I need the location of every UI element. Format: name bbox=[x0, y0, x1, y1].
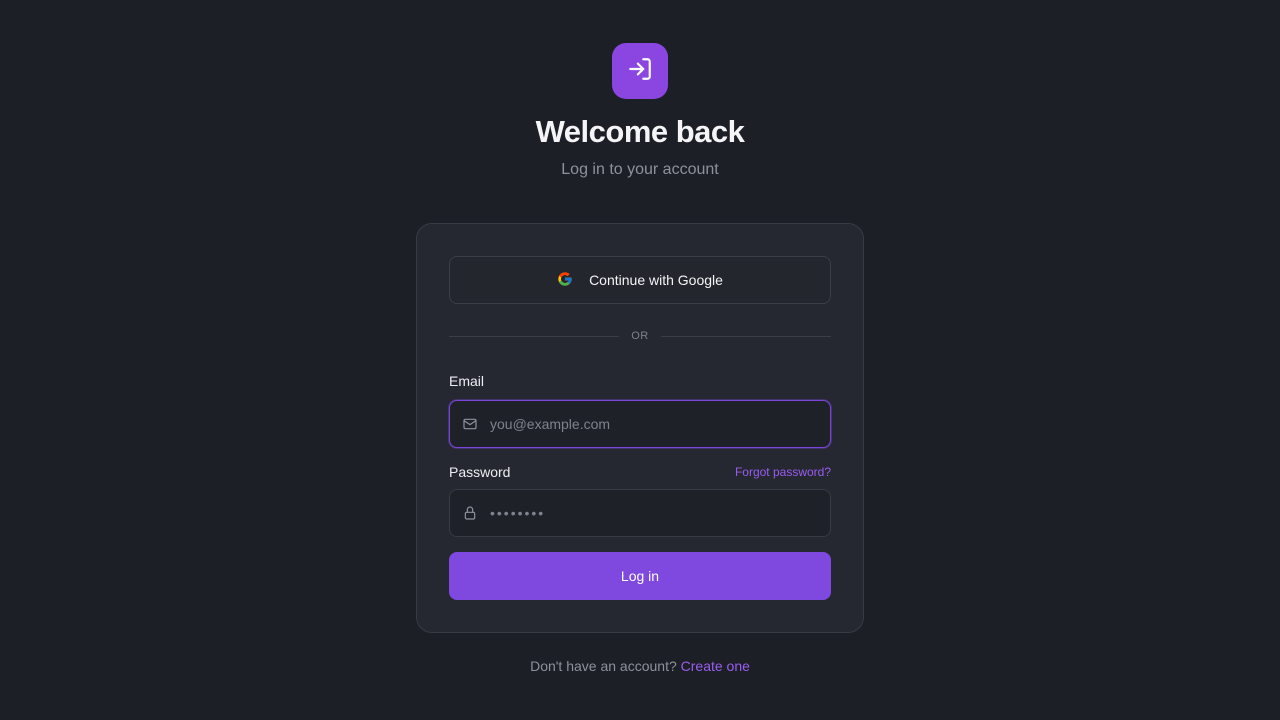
signup-prompt: Don't have an account? Create one bbox=[0, 658, 1280, 674]
login-card: Continue with Google OR Email Password F… bbox=[416, 223, 864, 633]
lock-icon bbox=[450, 505, 490, 521]
password-label: Password bbox=[449, 464, 511, 480]
create-account-link[interactable]: Create one bbox=[681, 658, 750, 674]
login-page: Welcome back Log in to your account Cont… bbox=[0, 0, 1280, 720]
mail-icon bbox=[450, 416, 490, 432]
google-button-label: Continue with Google bbox=[589, 272, 723, 288]
page-title: Welcome back bbox=[535, 114, 745, 149]
password-field-wrapper[interactable] bbox=[449, 489, 831, 537]
divider-line-right bbox=[660, 335, 831, 337]
divider-text: OR bbox=[631, 330, 649, 342]
email-label: Email bbox=[449, 373, 485, 389]
forgot-password-link[interactable]: Forgot password? bbox=[735, 465, 831, 479]
login-icon bbox=[627, 56, 653, 87]
signup-prompt-text: Don't have an account? bbox=[530, 658, 677, 674]
divider-line-left bbox=[449, 335, 620, 337]
app-logo bbox=[612, 43, 668, 99]
email-field-wrapper[interactable] bbox=[449, 400, 831, 448]
login-button[interactable]: Log in bbox=[449, 552, 831, 600]
continue-with-google-button[interactable]: Continue with Google bbox=[449, 256, 831, 304]
google-icon bbox=[557, 271, 573, 290]
or-divider: OR bbox=[449, 328, 831, 344]
page-subtitle: Log in to your account bbox=[561, 161, 719, 178]
password-input[interactable] bbox=[490, 490, 830, 536]
email-input[interactable] bbox=[490, 401, 830, 447]
